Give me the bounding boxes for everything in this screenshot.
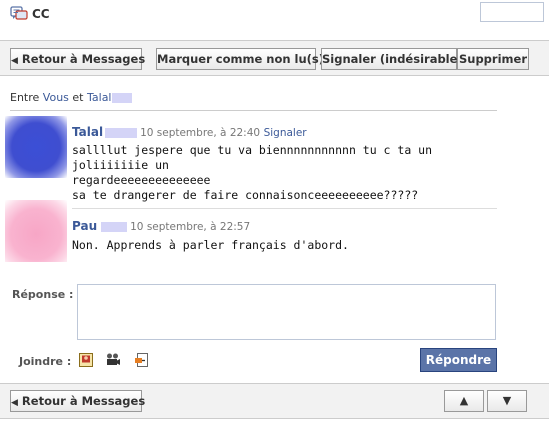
page-title: CC bbox=[32, 7, 50, 21]
chat-messages-icon bbox=[10, 6, 28, 20]
divider bbox=[72, 208, 497, 209]
message-body: Non. Apprends à parler français d'abord. bbox=[72, 238, 502, 253]
back-to-messages-button[interactable]: ◀ Retour à Messages bbox=[10, 48, 146, 70]
divider bbox=[10, 110, 497, 111]
message-date: 10 septembre, à 22:57 bbox=[130, 221, 251, 233]
report-spam-button[interactable]: Signaler (indésirable) bbox=[321, 48, 463, 70]
redacted-name bbox=[105, 128, 138, 138]
participants-prefix: Entre bbox=[10, 91, 40, 104]
mark-unread-button[interactable]: Marquer comme non lu(s) bbox=[156, 48, 324, 70]
message-line: sa te drangerer de faire connaisonceeeee… bbox=[72, 188, 419, 202]
previous-message-button[interactable]: ▲ bbox=[444, 390, 484, 412]
back-to-messages-label: Retour à Messages bbox=[21, 52, 146, 66]
message-body: sallllut jespere que tu va biennnnnnnnnn… bbox=[72, 143, 502, 203]
message-toolbar: ◀ Retour à Messages Marquer comme non lu(… bbox=[0, 40, 549, 76]
participants-line: Entre Vous et Talal bbox=[10, 91, 132, 104]
reply-submit-button[interactable]: Répondre bbox=[420, 348, 497, 372]
message-header: Pau 10 septembre, à 22:57 bbox=[72, 219, 250, 233]
delete-button[interactable]: Supprimer bbox=[457, 48, 529, 70]
report-message-link[interactable]: Signaler bbox=[264, 127, 307, 139]
reply-label: Réponse : bbox=[12, 288, 74, 301]
message-sender-link[interactable]: Talal bbox=[72, 125, 103, 139]
photo-icon[interactable] bbox=[78, 352, 94, 368]
participant-other-link[interactable]: Talal bbox=[87, 91, 112, 104]
reply-textarea[interactable] bbox=[77, 284, 496, 340]
attach-label: Joindre : bbox=[19, 355, 72, 368]
arrow-left-icon: ◀ bbox=[11, 398, 18, 408]
redacted-name bbox=[111, 93, 132, 103]
avatar[interactable] bbox=[5, 116, 67, 178]
arrow-left-icon: ◀ bbox=[11, 56, 18, 66]
message-header: Talal 10 septembre, à 22:40 Signaler bbox=[72, 125, 307, 139]
share-link-icon[interactable] bbox=[134, 352, 150, 368]
message-line: Non. Apprends à parler français d'abord. bbox=[72, 238, 349, 252]
search-input[interactable] bbox=[480, 2, 544, 22]
message-line: regardeeeeeeeeeeeeee bbox=[72, 173, 211, 187]
message-sender-link[interactable]: Pau bbox=[72, 219, 97, 233]
message-line: sallllut jespere que tu va biennnnnnnnnn… bbox=[72, 143, 433, 172]
message-date: 10 septembre, à 22:40 bbox=[140, 127, 261, 139]
message-toolbar-bottom: ◀ Retour à Messages ▲ ▼ bbox=[0, 383, 549, 419]
next-message-button[interactable]: ▼ bbox=[487, 390, 527, 412]
redacted-name bbox=[101, 222, 128, 232]
participants-and: et bbox=[72, 91, 84, 104]
back-to-messages-label: Retour à Messages bbox=[21, 394, 146, 408]
participant-you-link[interactable]: Vous bbox=[43, 91, 69, 104]
back-to-messages-button[interactable]: ◀ Retour à Messages bbox=[10, 390, 146, 412]
video-icon[interactable] bbox=[105, 352, 121, 368]
avatar[interactable] bbox=[5, 200, 67, 262]
